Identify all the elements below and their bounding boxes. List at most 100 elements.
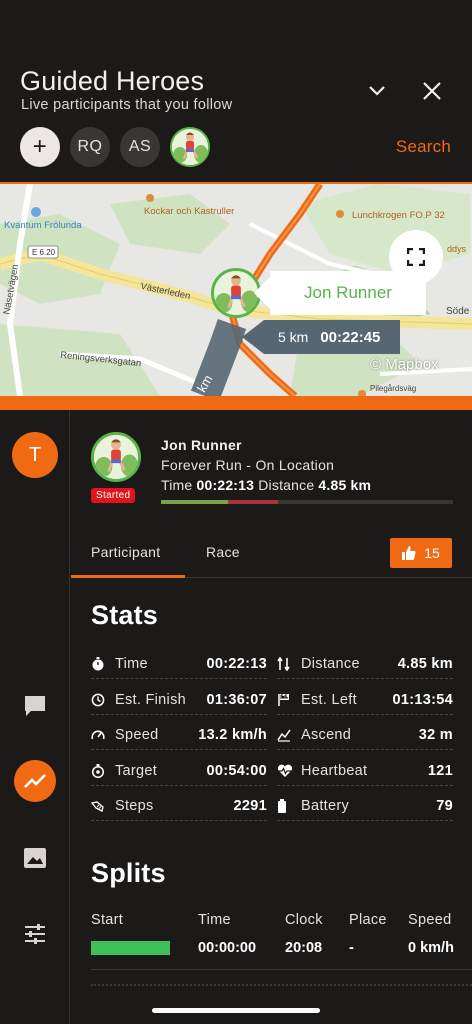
distance-icon [277, 656, 301, 672]
participant-name: Jon Runner [161, 437, 242, 453]
chat-button[interactable] [13, 684, 57, 728]
runner-split-callout: 5 km 00:22:45 [242, 320, 400, 354]
close-button[interactable] [415, 74, 449, 108]
clock-icon [91, 692, 115, 708]
followed-avatars: + RQ AS [20, 127, 210, 167]
participant-panel: Started Jon Runner Forever Run - On Loca… [71, 410, 472, 1024]
stat-label: Time [115, 656, 148, 672]
split-start-bar [91, 941, 170, 955]
runner-avatar-icon [94, 435, 138, 479]
stat-label: Est. Left [301, 691, 357, 708]
stats-button[interactable] [14, 760, 56, 802]
participant-summary: Time 00:22:13 Distance 4.85 km [161, 477, 371, 493]
summary-distance-label: Distance [258, 477, 315, 493]
stats-row: Est. Finish 01:36:07 Est. Left 01:13:54 [91, 686, 453, 722]
collapse-button[interactable] [360, 74, 394, 108]
avatar-as[interactable]: AS [120, 127, 160, 167]
race-progress-bar [161, 500, 453, 504]
home-indicator[interactable] [152, 1008, 320, 1013]
table-row [91, 984, 472, 988]
split-time: 00:00:00 [198, 940, 257, 956]
page-subtitle: Live participants that you follow [21, 97, 233, 113]
search-link[interactable]: Search [396, 137, 451, 157]
stat-value: 79 [436, 798, 453, 814]
trending-icon [24, 774, 46, 788]
stopwatch-icon [91, 656, 115, 672]
filter-settings-button[interactable] [13, 912, 57, 956]
close-icon [423, 82, 441, 100]
stat-target: Target 00:54:00 [91, 757, 267, 786]
stat-ascend: Ascend 32 m [277, 721, 453, 750]
stat-value: 01:36:07 [206, 691, 267, 708]
battery-icon [277, 798, 301, 814]
stat-label: Battery [301, 798, 350, 814]
stat-heartbeat: Heartbeat 121 [277, 757, 453, 786]
tab-bar: Participant Race 15 [71, 534, 472, 578]
expand-icon [407, 248, 425, 266]
summary-distance-value: 4.85 km [318, 477, 372, 493]
splits-col-clock: Clock [285, 912, 323, 928]
map-label-road: E 6.20 [32, 248, 56, 257]
map-label-place: Söde [446, 306, 470, 317]
avatar-rq[interactable]: RQ [70, 127, 110, 167]
stat-value: 121 [427, 762, 453, 779]
stats-row: Steps 2291 Battery 79 [91, 792, 453, 828]
progress-segment-red [228, 500, 278, 504]
panel-drag-handle[interactable] [220, 402, 252, 405]
tab-race[interactable]: Race [206, 544, 240, 560]
map-label-place: Kockar och Kastruller [144, 206, 235, 217]
speedometer-icon [91, 727, 115, 743]
split-clock: 20:08 [285, 940, 323, 956]
heartbeat-icon [277, 763, 301, 779]
stat-est-finish: Est. Finish 01:36:07 [91, 686, 267, 715]
progress-segment-green [161, 500, 229, 504]
stat-value: 4.85 km [397, 656, 453, 672]
stat-value: 00:22:13 [206, 656, 267, 672]
stats-row: Speed 13.2 km/h Ascend 32 m [91, 721, 453, 757]
image-icon [24, 848, 46, 868]
table-row[interactable]: 00:00:00 20:08 - 0 km/h [91, 940, 472, 970]
stat-value: 32 m [418, 727, 453, 743]
stat-label: Steps [115, 798, 154, 814]
callout-time: 00:22:45 [320, 328, 381, 346]
runner-avatar-icon [214, 271, 258, 315]
stat-label: Est. Finish [115, 691, 186, 708]
stat-battery: Battery 79 [277, 792, 453, 821]
stats-heading: Stats [91, 600, 159, 630]
avatar-runner[interactable] [170, 127, 210, 167]
stat-est-left: Est. Left 01:13:54 [277, 686, 453, 715]
splits-heading: Splits [91, 858, 166, 888]
stat-label: Speed [115, 727, 159, 743]
participant-race: Forever Run - On Location [161, 457, 335, 473]
map-label-place: Lunchkrogen FO.P 32 [352, 210, 445, 221]
splits-col-place: Place [349, 912, 387, 928]
like-button[interactable]: 15 [390, 538, 452, 568]
map-label-road: Pilegårdsväg [370, 384, 417, 393]
stat-label: Target [115, 762, 158, 779]
stat-label: Ascend [301, 727, 352, 743]
stat-speed: Speed 13.2 km/h [91, 721, 267, 750]
live-map[interactable]: Kockar och Kastruller Kvantum Frölunda L… [0, 182, 472, 410]
side-rail: T [0, 410, 70, 1024]
ascend-icon [277, 727, 301, 743]
splits-col-time: Time [198, 912, 231, 928]
team-button[interactable]: T [12, 432, 58, 478]
stat-value: 01:13:54 [392, 691, 453, 708]
like-count: 15 [424, 545, 440, 561]
flag-icon [277, 692, 301, 708]
participant-avatar [91, 432, 141, 482]
photos-button[interactable] [13, 836, 57, 880]
add-participant-button[interactable]: + [20, 127, 60, 167]
stat-value: 00:54:00 [206, 762, 267, 779]
runner-name-callout: Jon Runner [254, 271, 426, 315]
callout-distance: 5 km [278, 329, 309, 345]
summary-time-label: Time [161, 477, 193, 493]
sliders-icon [25, 924, 45, 944]
stat-steps: Steps 2291 [91, 792, 267, 821]
mapbox-attribution[interactable]: © Mapbox [370, 356, 439, 373]
page-title: Guided Heroes [20, 66, 205, 96]
runner-avatar-icon [172, 129, 208, 165]
status-badge: Started [91, 488, 136, 503]
chat-icon [25, 696, 45, 716]
tab-participant[interactable]: Participant [91, 544, 160, 560]
